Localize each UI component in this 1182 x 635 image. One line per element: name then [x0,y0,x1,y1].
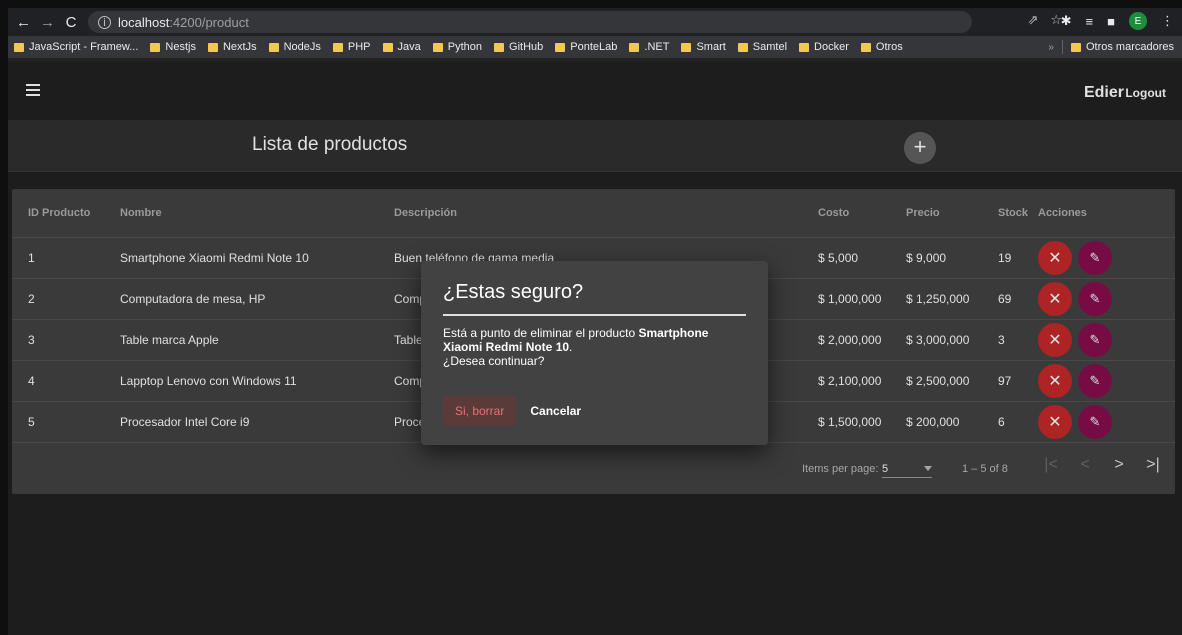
folder-icon [268,42,279,52]
bookmark-label: Smart [696,41,726,53]
dialog-title: ¿Estas seguro? [443,281,746,316]
bookmark-label: Docker [814,41,849,53]
folder-icon [382,42,393,52]
bookmark-folder[interactable]: JavaScript - Framew... [14,41,138,53]
bookmark-folder[interactable]: .NET [629,41,669,53]
bookmark-folder[interactable]: Docker [799,41,849,53]
url-host: localhost [118,14,170,30]
other-bookmarks-folder[interactable]: Otros marcadores [1070,41,1174,53]
folder-icon [1070,42,1081,52]
bookmarks-bar: JavaScript - Framew... Nestjs NextJs Nod… [8,36,1182,58]
browser-window: ← → C i localhost:4200/product ⇗ ☆ ✱ ≡ ■… [8,8,1182,635]
forward-icon[interactable]: → [40,14,55,31]
folder-icon [332,42,343,52]
dialog-message-suffix: . [569,340,573,354]
folder-icon [799,42,810,52]
bookmark-folder[interactable]: PonteLab [555,41,617,53]
folder-icon [494,42,505,52]
bookmark-folder[interactable]: Smart [681,41,726,53]
bookmark-label: Samtel [752,41,788,53]
folder-icon [432,42,443,52]
bookmark-folder[interactable]: Nestjs [150,41,196,53]
folder-icon [150,42,161,52]
url-bar[interactable]: i localhost:4200/product [88,11,972,33]
cancel-button[interactable]: Cancelar [528,396,583,426]
url-path: :4200/product [169,14,249,30]
share-icon[interactable]: ⇗ [1027,12,1038,28]
bookmark-folder[interactable]: NextJs [207,41,257,53]
bookmark-folder[interactable]: NodeJs [268,41,321,53]
bookmark-folder[interactable]: Java [382,41,421,53]
folder-icon [737,42,748,52]
folder-icon [207,42,218,52]
bookmark-folder[interactable]: Python [432,41,483,53]
bookmark-label: Java [397,41,421,53]
confirm-delete-dialog: ¿Estas seguro? Está a punto de eliminar … [421,261,768,445]
reload-icon[interactable]: C [64,14,78,31]
side-panel-icon[interactable]: ■ [1107,14,1115,29]
bookmark-folder[interactable]: Samtel [737,41,788,53]
omnibox-actions: ⇗ ☆ [1027,12,1062,28]
bookmark-label: Otros [875,41,903,53]
bookmark-label: GitHub [509,41,544,53]
bookmark-folder[interactable]: GitHub [494,41,543,53]
dialog-message-prefix: Está a punto de eliminar el producto [443,326,639,340]
reading-list-icon[interactable]: ≡ [1086,14,1094,29]
folder-icon [860,42,871,52]
bookmark-label: Otros marcadores [1085,41,1174,53]
back-icon[interactable]: ← [16,14,31,31]
bookmark-label: NextJs [222,41,257,53]
bookmark-label: NodeJs [283,41,321,53]
folder-icon [555,42,566,52]
bookmark-label: PHP [347,41,371,53]
address-bar-row: ← → C i localhost:4200/product ⇗ ☆ ✱ ≡ ■… [8,8,1182,36]
bookmarks-overflow: » Otros marcadores [1048,36,1174,58]
bookmark-label: JavaScript - Framew... [29,41,139,53]
extension-area: ✱ ≡ ■ E ⋮ [1061,12,1174,30]
dialog-question: ¿Desea continuar? [443,354,545,368]
dialog-actions: Si, borrar Cancelar [443,396,583,426]
folder-icon [14,42,24,52]
nav-controls: ← → C [8,14,78,31]
folder-icon [681,42,692,52]
profile-avatar[interactable]: E [1129,12,1147,30]
site-info-icon[interactable]: i [98,15,111,29]
bookmark-separator [1061,40,1063,54]
folder-icon [629,42,640,52]
browser-menu-icon[interactable]: ⋮ [1161,13,1174,29]
more-bookmarks-icon[interactable]: » [1048,42,1054,53]
bookmark-folder[interactable]: PHP [332,41,371,53]
bookmark-label: Nestjs [165,41,196,53]
bookmark-label: .NET [644,41,670,53]
bookmark-label: PonteLab [570,41,618,53]
confirm-delete-button[interactable]: Si, borrar [443,396,517,426]
extensions-puzzle-icon[interactable]: ✱ [1061,13,1072,29]
bookmark-folder[interactable]: Otros [860,41,903,53]
dialog-message: Está a punto de eliminar el producto Sma… [443,326,746,368]
bookmark-label: Python [447,41,483,53]
